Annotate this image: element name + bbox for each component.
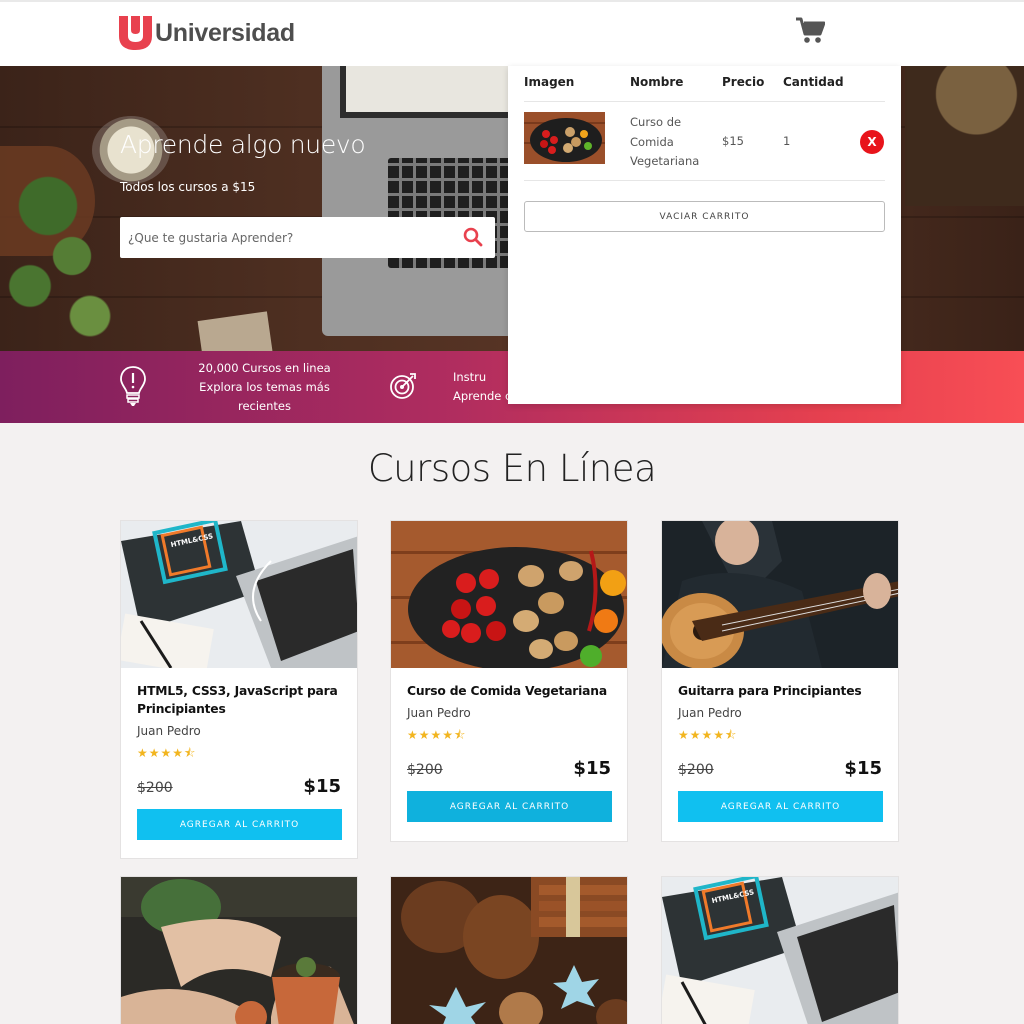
empty-cart-button[interactable]: VACIAR CARRITO	[524, 201, 885, 232]
section-title: Cursos En Línea	[367, 447, 657, 490]
cart-header-image: Imagen	[524, 75, 575, 89]
hero-subtitle: Todos los cursos a $15	[120, 180, 256, 194]
search-bar	[120, 217, 495, 258]
add-to-cart-button[interactable]: AGREGAR AL CARRITO	[678, 791, 883, 822]
course-image-vegetarian	[391, 521, 627, 668]
hero-cup-image	[905, 66, 1024, 206]
cart-item-row: Curso de Comida Vegetariana $15 1 X	[524, 102, 885, 181]
site-header: Universidad	[0, 0, 1024, 66]
course-card	[120, 876, 358, 1024]
banner-item1-line2: Explora los temas más recientes	[199, 379, 330, 413]
rating-stars-icon: ★★★★⯪	[678, 728, 738, 742]
course-image-gardening	[121, 877, 357, 1024]
course-card	[390, 876, 628, 1024]
hero-book-image	[197, 311, 273, 351]
course-price: $15	[303, 776, 341, 797]
rating-stars-icon: ★★★★⯪	[137, 746, 197, 760]
lightbulb-icon	[120, 366, 146, 406]
banner-item2-line2: Aprende c	[453, 389, 512, 403]
remove-item-button[interactable]: X	[860, 130, 884, 154]
course-title[interactable]: HTML5, CSS3, JavaScript para Principiant…	[137, 682, 341, 718]
old-price: $200	[678, 762, 714, 778]
course-price: $15	[573, 758, 611, 779]
shopping-cart-icon[interactable]	[796, 17, 825, 44]
course-card: Curso de Comida Vegetariana Juan Pedro ★…	[390, 520, 628, 842]
logo-text: Universidad	[155, 18, 295, 47]
old-price: $200	[407, 762, 443, 778]
cart-header-price: Precio	[722, 75, 765, 89]
hero-plant-image	[0, 146, 120, 346]
course-image-spices	[391, 877, 627, 1024]
hero-laptop-screen	[340, 66, 515, 118]
rating-stars-icon: ★★★★⯪	[407, 728, 467, 742]
course-author: Juan Pedro	[678, 706, 742, 720]
course-card: HTML&CSS HTML5, CSS3, JavaScript para Pr…	[120, 520, 358, 859]
banner-item1-line1: 20,000 Cursos en linea	[198, 360, 331, 375]
cart-item-quantity: 1	[783, 134, 791, 148]
course-price: $15	[844, 758, 882, 779]
course-card: Guitarra para Principiantes Juan Pedro ★…	[661, 520, 899, 842]
cart-dropdown: Imagen Nombre Precio Cantidad Curso de C…	[508, 66, 901, 404]
cart-header-name: Nombre	[630, 75, 684, 89]
course-author: Juan Pedro	[407, 706, 471, 720]
cart-header-qty: Cantidad	[783, 75, 844, 89]
banner-item-courses: 20,000 Cursos en linea Explora los temas…	[172, 351, 357, 423]
old-price: $200	[137, 780, 173, 796]
course-image-guitar	[662, 521, 898, 668]
course-image-html: HTML&CSS	[662, 877, 898, 1024]
course-title[interactable]: Guitarra para Principiantes	[678, 682, 882, 700]
add-to-cart-button[interactable]: AGREGAR AL CARRITO	[407, 791, 612, 822]
course-author: Juan Pedro	[137, 724, 201, 738]
course-image-html: HTML&CSS	[121, 521, 357, 668]
cart-item-price: $15	[722, 134, 744, 148]
add-to-cart-button[interactable]: AGREGAR AL CARRITO	[137, 809, 342, 840]
course-title[interactable]: Curso de Comida Vegetariana	[407, 682, 611, 700]
cart-table-header: Imagen Nombre Precio Cantidad	[524, 66, 885, 102]
target-icon	[390, 373, 416, 399]
logo-u-icon	[119, 16, 152, 50]
hero-title: Aprende algo nuevo	[120, 130, 366, 159]
banner-item-instructors: Instru Aprende c	[445, 351, 515, 423]
logo[interactable]: Universidad	[119, 16, 295, 50]
course-card: HTML&CSS	[661, 876, 899, 1024]
search-icon[interactable]	[463, 227, 483, 247]
search-input[interactable]	[128, 217, 458, 258]
banner-item2-line1: Instru	[453, 370, 487, 384]
cart-item-image	[524, 112, 605, 164]
cart-item-name: Curso de Comida Vegetariana	[630, 115, 700, 168]
